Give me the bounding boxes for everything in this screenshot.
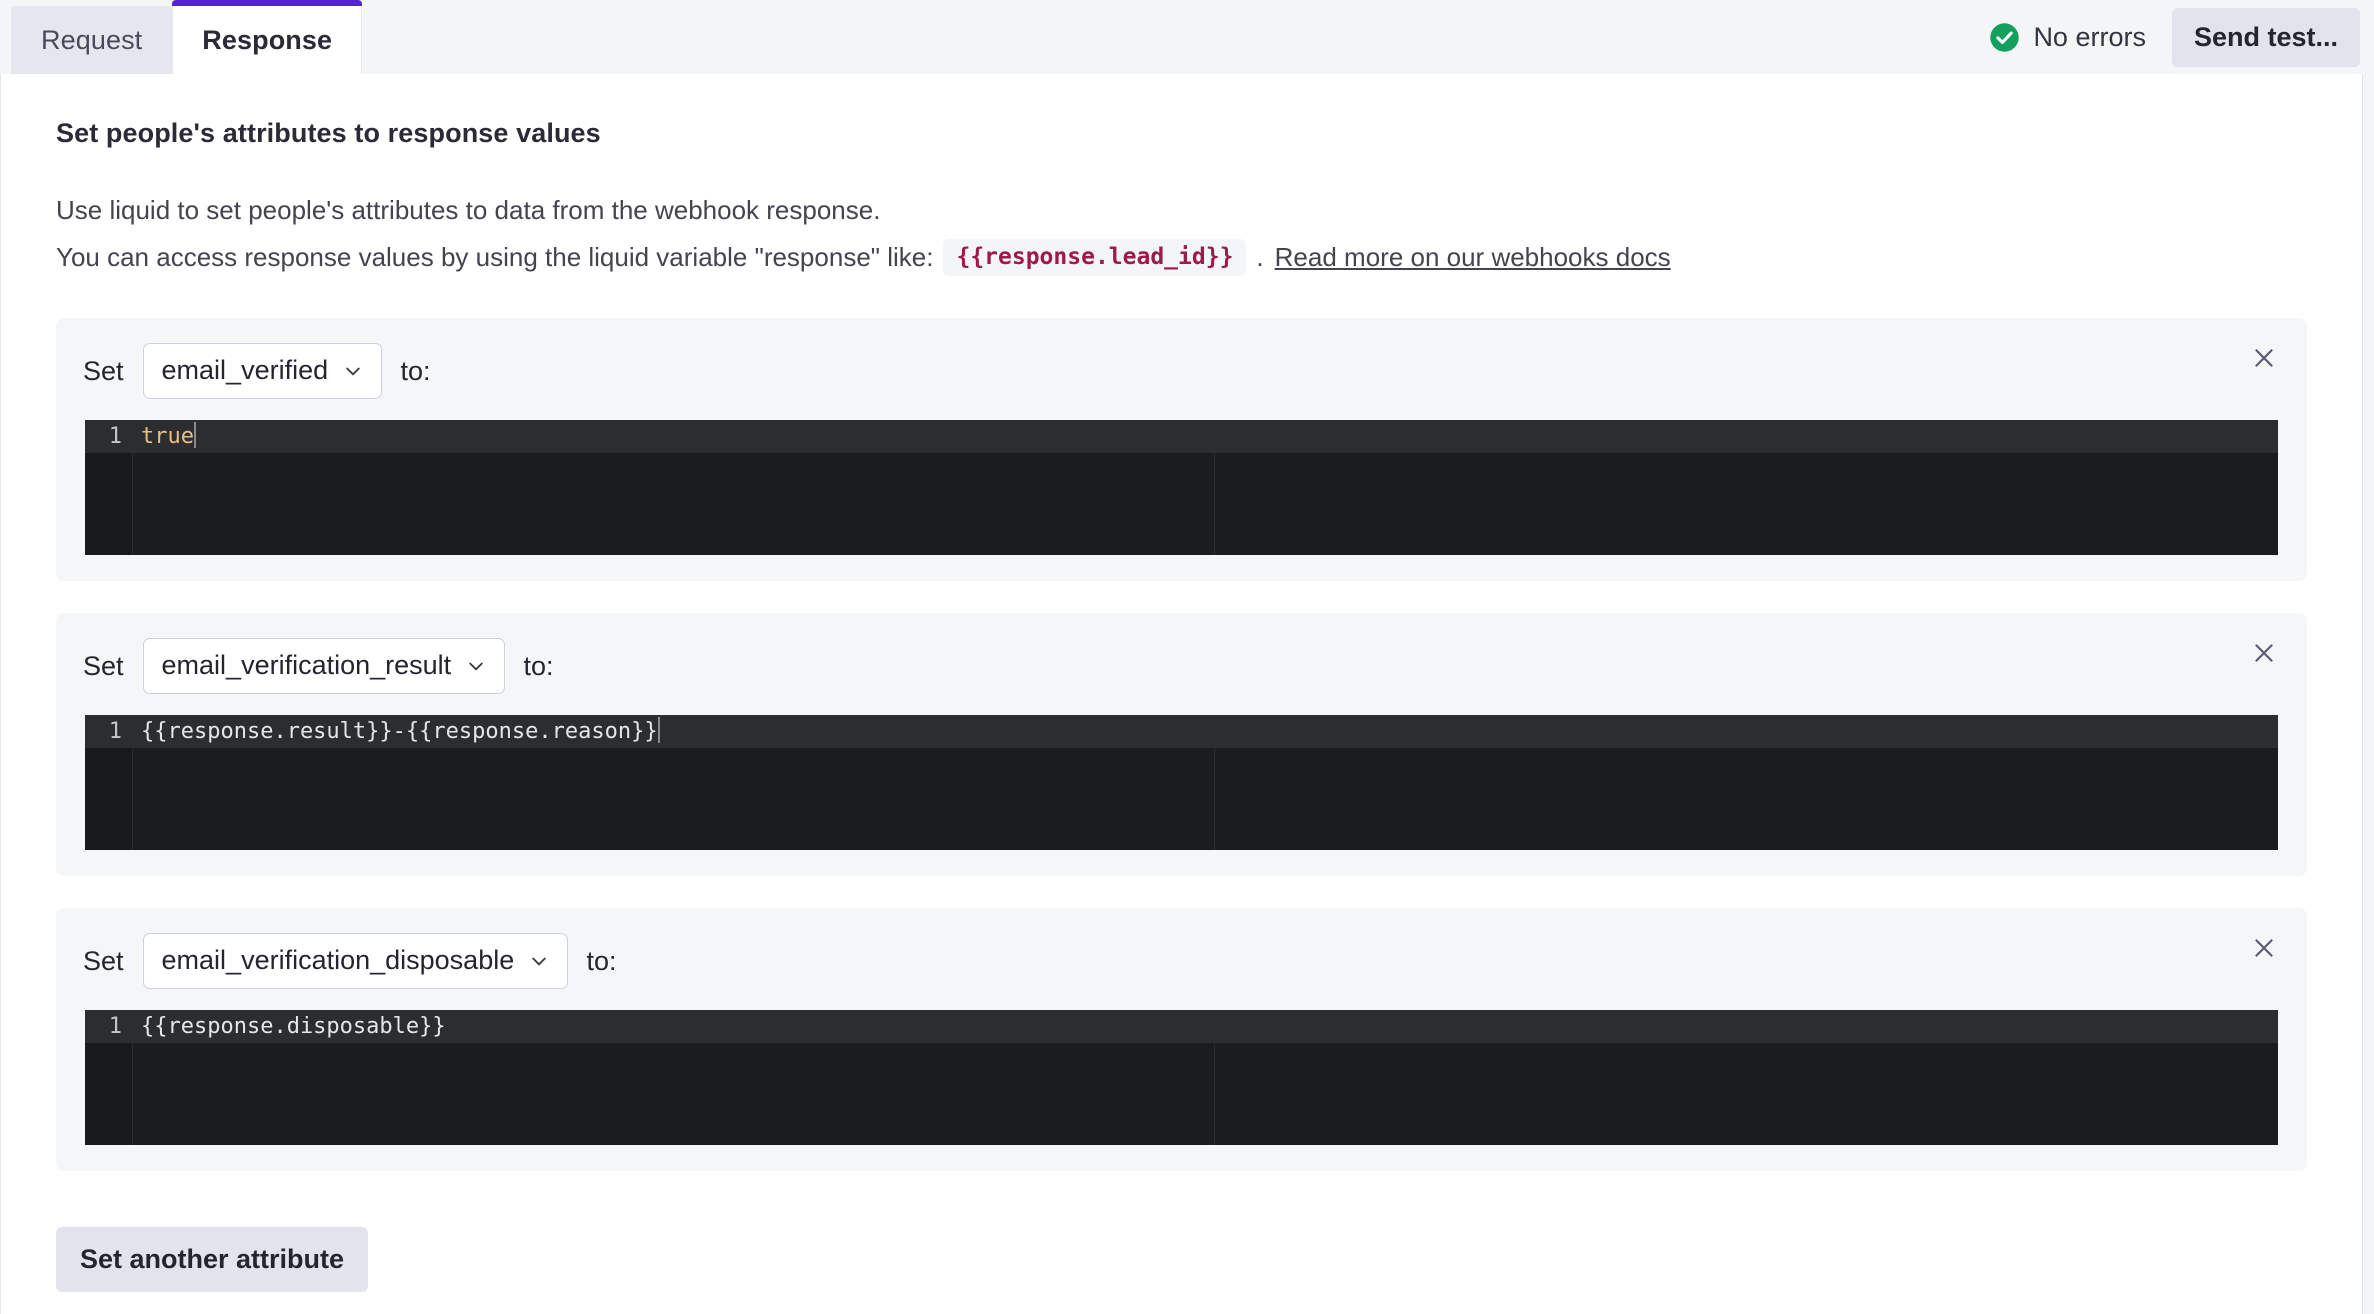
editor-wrap-guide xyxy=(1214,748,1215,850)
editor-wrap-guide xyxy=(1214,1043,1215,1145)
editor-wrap-guide xyxy=(1214,453,1215,555)
liquid-code-editor[interactable]: 1 {{response.result}}-{{response.reason}… xyxy=(85,715,2278,850)
set-another-attribute-button[interactable]: Set another attribute xyxy=(56,1227,369,1292)
editor-area[interactable] xyxy=(133,1043,2278,1145)
attribute-card-list: Set email_verified to: 1 true Set email_… xyxy=(56,318,2307,1171)
remove-attribute-button[interactable] xyxy=(2244,633,2284,673)
set-label: Set xyxy=(83,650,124,681)
attribute-row: Set email_verification_result to: xyxy=(56,638,2307,694)
attribute-card: Set email_verification_result to: 1 {{re… xyxy=(56,613,2307,876)
to-label: to: xyxy=(586,945,617,976)
editor-value: {{response.result}}-{{response.reason}} xyxy=(141,719,658,744)
editor-value: true xyxy=(141,424,194,449)
tab-bar-actions: No errors Send test... xyxy=(1989,0,2374,74)
response-panel: Set people's attributes to response valu… xyxy=(0,74,2363,1314)
editor-body xyxy=(85,748,2278,850)
line-number: 1 xyxy=(108,1014,122,1039)
editor-body xyxy=(85,1043,2278,1145)
tab-request[interactable]: Request xyxy=(11,6,173,74)
tab-response-label: Response xyxy=(202,24,333,55)
attribute-select-wrap: email_verification_disposable xyxy=(142,933,568,989)
remove-attribute-button[interactable] xyxy=(2244,338,2284,378)
tab-response[interactable]: Response xyxy=(172,0,363,74)
description-line-2: You can access response values by using … xyxy=(56,238,2307,276)
attribute-card: Set email_verified to: 1 true xyxy=(56,318,2307,581)
attribute-select[interactable]: email_verified xyxy=(142,343,382,399)
tab-request-label: Request xyxy=(41,24,143,55)
set-label: Set xyxy=(83,355,124,386)
status-badge: No errors xyxy=(1989,22,2146,53)
editor-active-line: 1 {{response.disposable}} xyxy=(85,1010,2278,1043)
editor-body xyxy=(85,453,2278,555)
check-circle-icon xyxy=(1990,22,2020,52)
liquid-code-example: {{response.lead_id}} xyxy=(943,238,1247,276)
attribute-row: Set email_verification_disposable to: xyxy=(56,933,2307,989)
close-icon xyxy=(2255,644,2273,662)
editor-value: {{response.disposable}} xyxy=(141,1014,446,1039)
page-title: Set people's attributes to response valu… xyxy=(56,118,601,148)
text-caret xyxy=(193,422,196,448)
send-test-button[interactable]: Send test... xyxy=(2171,7,2360,67)
description-suffix: . xyxy=(1256,242,1264,272)
editor-line-content: {{response.disposable}} xyxy=(133,1010,446,1043)
attribute-select-wrap: email_verification_result xyxy=(142,638,505,694)
editor-gutter xyxy=(85,1043,133,1145)
description-prefix: You can access response values by using … xyxy=(56,242,934,272)
line-number: 1 xyxy=(108,424,122,449)
close-icon xyxy=(2255,939,2273,957)
line-number: 1 xyxy=(108,719,122,744)
editor-area[interactable] xyxy=(133,748,2278,850)
liquid-code-editor[interactable]: 1 true xyxy=(85,420,2278,555)
to-label: to: xyxy=(523,650,554,681)
attribute-select[interactable]: email_verification_disposable xyxy=(142,933,568,989)
editor-gutter xyxy=(85,453,133,555)
panel-footer: Set another attribute xyxy=(56,1203,2307,1292)
attribute-select[interactable]: email_verification_result xyxy=(142,638,505,694)
text-caret xyxy=(657,717,660,743)
editor-area[interactable] xyxy=(133,453,2278,555)
to-label: to: xyxy=(400,355,431,386)
close-icon xyxy=(2255,349,2273,367)
status-text: No errors xyxy=(2033,21,2146,52)
webhooks-docs-link[interactable]: Read more on our webhooks docs xyxy=(1275,238,1671,276)
liquid-code-editor[interactable]: 1 {{response.disposable}} xyxy=(85,1010,2278,1145)
webhook-response-editor: Request Response No errors Send test... … xyxy=(0,0,2374,1314)
attribute-select-wrap: email_verified xyxy=(142,343,382,399)
tab-bar: Request Response No errors Send test... xyxy=(0,0,2374,80)
editor-line-content: {{response.result}}-{{response.reason}} xyxy=(133,715,660,748)
description-line-1: Use liquid to set people's attributes to… xyxy=(56,195,881,225)
editor-line-content: true xyxy=(133,420,196,453)
editor-active-line: 1 true xyxy=(85,420,2278,453)
editor-gutter xyxy=(85,748,133,850)
remove-attribute-button[interactable] xyxy=(2244,928,2284,968)
tab-list: Request Response xyxy=(0,0,363,80)
panel-content: Set people's attributes to response valu… xyxy=(1,74,2362,1292)
set-label: Set xyxy=(83,945,124,976)
attribute-row: Set email_verified to: xyxy=(56,343,2307,399)
attribute-card: Set email_verification_disposable to: 1 … xyxy=(56,908,2307,1171)
editor-active-line: 1 {{response.result}}-{{response.reason}… xyxy=(85,715,2278,748)
